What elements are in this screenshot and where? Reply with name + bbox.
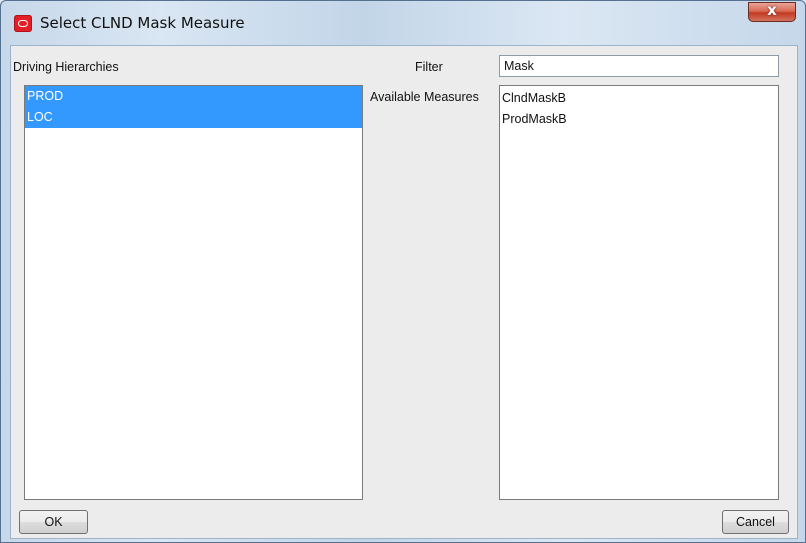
driving-hierarchies-list[interactable]: PROD LOC	[24, 85, 363, 500]
window-title: Select CLND Mask Measure	[40, 14, 245, 32]
close-button[interactable]: x	[748, 1, 796, 22]
oracle-icon	[14, 15, 32, 32]
available-measures-list[interactable]: ClndMaskB ProdMaskB	[499, 85, 779, 500]
filter-label: Filter	[415, 60, 443, 74]
dialog-window: Select CLND Mask Measure x Driving Hiera…	[0, 0, 806, 543]
close-icon: x	[767, 1, 777, 19]
list-item-prodmaskb[interactable]: ProdMaskB	[500, 109, 778, 130]
ok-button[interactable]: OK	[19, 510, 88, 534]
list-item-clndmaskb[interactable]: ClndMaskB	[500, 86, 778, 109]
title-bar[interactable]: Select CLND Mask Measure x	[1, 1, 805, 45]
dialog-body: Driving Hierarchies Filter Available Mea…	[10, 45, 798, 539]
available-measures-label: Available Measures	[370, 90, 479, 104]
list-item-loc[interactable]: LOC	[25, 107, 362, 128]
cancel-button[interactable]: Cancel	[722, 510, 789, 534]
list-item-prod[interactable]: PROD	[25, 86, 362, 107]
filter-input[interactable]	[499, 55, 779, 77]
driving-hierarchies-label: Driving Hierarchies	[13, 60, 119, 74]
